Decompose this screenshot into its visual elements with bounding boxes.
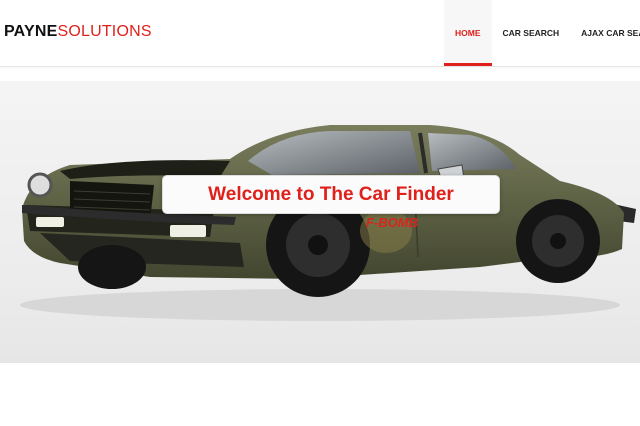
- nav-item-car-search[interactable]: CAR SEARCH: [492, 0, 571, 66]
- nav-item-home[interactable]: HOME: [444, 0, 492, 66]
- welcome-banner: Welcome to The Car Finder: [162, 175, 500, 214]
- svg-text:F-BOMB: F-BOMB: [366, 215, 418, 230]
- main-nav: HOME CAR SEARCH AJAX CAR SEA: [444, 0, 640, 66]
- brand-logo[interactable]: PAYNESOLUTIONS: [4, 23, 152, 41]
- brand-name-part2: SOLUTIONS: [57, 23, 152, 40]
- top-navbar: PAYNESOLUTIONS HOME CAR SEARCH AJAX CAR …: [0, 0, 640, 67]
- muscle-car-image: F-BOMB: [20, 125, 636, 321]
- nav-item-ajax-car-search[interactable]: AJAX CAR SEA: [570, 0, 640, 66]
- brand-name-part1: PAYNE: [4, 23, 58, 40]
- hero-banner: F-BOMB Welcome to The Car Finder: [0, 81, 640, 363]
